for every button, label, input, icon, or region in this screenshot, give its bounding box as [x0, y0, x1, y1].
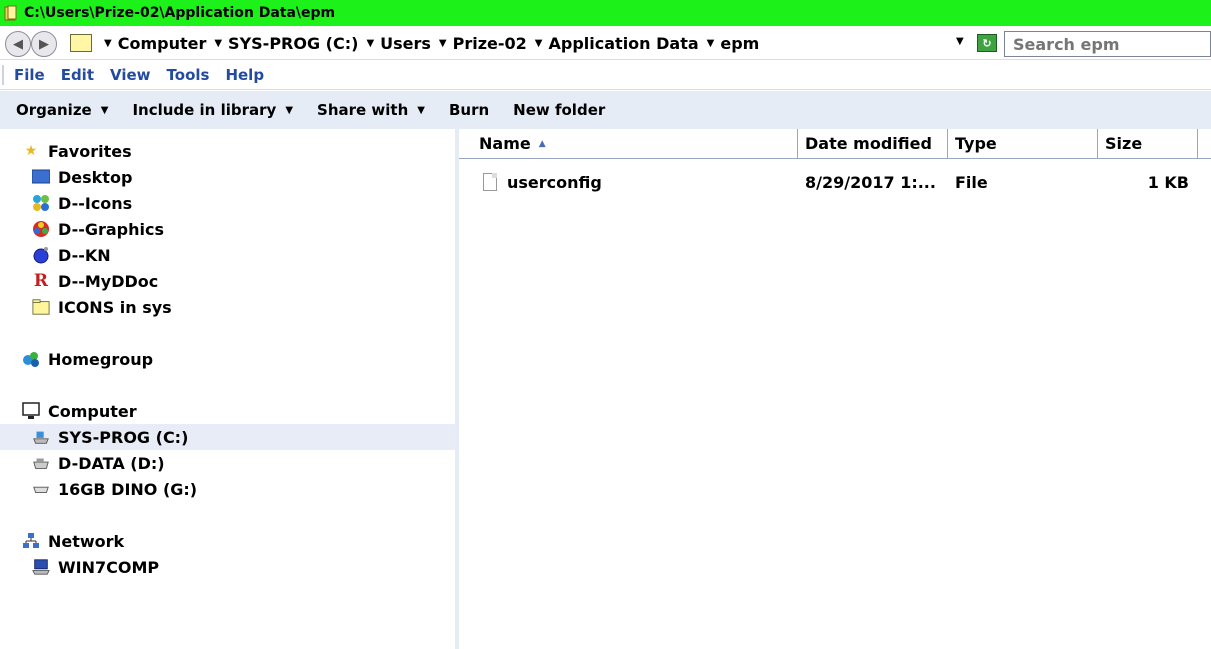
- nav-favorites[interactable]: ★ Favorites: [22, 138, 132, 164]
- nav-item-d-myddoc[interactable]: R D--MyDDoc: [32, 268, 158, 294]
- chevron-down-icon[interactable]: ▼: [707, 38, 715, 49]
- nav-item-d-data[interactable]: D-DATA (D:): [32, 450, 165, 476]
- nav-network[interactable]: Network: [22, 528, 124, 554]
- chevron-down-icon: ▼: [417, 104, 425, 116]
- breadcrumb-computer[interactable]: ▼ Computer: [104, 34, 214, 53]
- homegroup-icon: [22, 350, 40, 368]
- file-icon: [483, 173, 497, 191]
- menu-help[interactable]: Help: [225, 66, 264, 84]
- refresh-icon[interactable]: ↻: [977, 34, 997, 52]
- column-header-size[interactable]: Size: [1098, 129, 1198, 159]
- network-computer-icon: [32, 558, 50, 576]
- file-list: Name ▲ Date modified Type Size userconfig…: [459, 129, 1211, 649]
- kn-globe-icon: [32, 246, 50, 264]
- chevron-down-icon[interactable]: ▼: [366, 38, 374, 49]
- breadcrumb-sys-prog[interactable]: ▼ SYS-PROG (C:): [214, 34, 366, 53]
- menu-grip: [2, 64, 4, 85]
- search-input[interactable]: [1004, 31, 1211, 57]
- menu-edit[interactable]: Edit: [61, 66, 94, 84]
- burn-button[interactable]: Burn: [449, 101, 489, 119]
- removable-drive-icon: [32, 480, 50, 498]
- title-bar: C:\Users\Prize-02\Application Data\epm: [0, 0, 1211, 26]
- window-title: C:\Users\Prize-02\Application Data\epm: [24, 5, 336, 21]
- file-type-cell: File: [955, 172, 988, 192]
- folder-icon: [70, 34, 92, 52]
- graphics-icon: [32, 220, 50, 238]
- nav-item-d-kn[interactable]: D--KN: [32, 242, 111, 268]
- address-row: ◀ ▶ ▼ Computer ▼ SYS-PROG (C:) ▼ Users ▼ Pri…: [0, 26, 1211, 60]
- folder-icon: [32, 298, 50, 316]
- nav-item-desktop[interactable]: Desktop: [32, 164, 132, 190]
- chevron-down-icon[interactable]: ▼: [439, 38, 447, 49]
- menu-file[interactable]: File: [14, 66, 45, 84]
- desktop-icon: [32, 168, 50, 186]
- new-folder-button[interactable]: New folder: [513, 101, 605, 119]
- breadcrumb-application-data[interactable]: ▼ Application Data: [535, 34, 707, 53]
- chevron-down-icon: ▼: [285, 104, 294, 116]
- menu-tools[interactable]: Tools: [167, 66, 210, 84]
- column-header-filler: [1198, 129, 1211, 159]
- navigation-pane: ★ Favorites Desktop D--Icons D--Graphics…: [0, 129, 455, 649]
- computer-icon: [22, 402, 40, 420]
- nav-item-16gb-dino[interactable]: 16GB DINO (G:): [32, 476, 197, 502]
- menu-bar: File Edit View Tools Help: [0, 60, 1211, 90]
- include-in-library-button[interactable]: Include in library ▼: [132, 101, 293, 119]
- history-dropdown-icon[interactable]: ▼: [956, 36, 964, 47]
- back-arrow-icon: ◀: [13, 36, 23, 52]
- sort-ascending-icon: ▲: [538, 138, 546, 149]
- share-with-button[interactable]: Share with ▼: [317, 101, 425, 119]
- nav-homegroup[interactable]: Homegroup: [22, 346, 153, 372]
- forward-arrow-icon: ▶: [39, 36, 49, 52]
- back-button[interactable]: ◀: [5, 31, 31, 57]
- chevron-down-icon: ▼: [100, 104, 109, 116]
- forward-button[interactable]: ▶: [31, 31, 57, 57]
- breadcrumb-users[interactable]: ▼ Users: [366, 34, 438, 53]
- column-header-date-modified[interactable]: Date modified: [798, 129, 948, 159]
- document-r-icon: R: [33, 271, 49, 291]
- nav-computer[interactable]: Computer: [22, 398, 137, 424]
- chevron-down-icon[interactable]: ▼: [535, 38, 543, 49]
- star-icon: ★: [24, 143, 38, 159]
- menu-view[interactable]: View: [110, 66, 151, 84]
- nav-item-icons-in-sys[interactable]: ICONS in sys: [32, 294, 172, 320]
- nav-item-win7comp[interactable]: WIN7COMP: [32, 554, 159, 580]
- drive-icon: [32, 454, 50, 472]
- file-date-cell: 8/29/2017 1:...: [805, 172, 936, 192]
- icons-folder-icon: [32, 194, 50, 212]
- breadcrumb-prize-02[interactable]: ▼ Prize-02: [439, 34, 535, 53]
- chevron-down-icon[interactable]: ▼: [104, 38, 112, 49]
- breadcrumb-epm[interactable]: ▼ epm: [707, 34, 768, 53]
- nav-item-d-icons[interactable]: D--Icons: [32, 190, 132, 216]
- breadcrumb: ▼ Computer ▼ SYS-PROG (C:) ▼ Users ▼ Prize-0…: [70, 29, 767, 57]
- table-row[interactable]: userconfig 8/29/2017 1:... File 1 KB: [459, 169, 1211, 195]
- file-size-cell: 1 KB: [1147, 172, 1189, 192]
- chevron-down-icon[interactable]: ▼: [214, 38, 222, 49]
- network-icon: [22, 532, 40, 550]
- folder-icon: [4, 5, 17, 21]
- system-drive-icon: [32, 428, 50, 446]
- organize-button[interactable]: Organize ▼: [16, 101, 108, 119]
- nav-item-sys-prog[interactable]: SYS-PROG (C:): [0, 424, 455, 450]
- file-name-cell: userconfig: [483, 169, 602, 195]
- command-bar: Organize ▼ Include in library ▼ Share with…: [0, 91, 1211, 129]
- column-header-name[interactable]: Name ▲: [459, 129, 798, 159]
- column-header-type[interactable]: Type: [948, 129, 1098, 159]
- nav-item-d-graphics[interactable]: D--Graphics: [32, 216, 164, 242]
